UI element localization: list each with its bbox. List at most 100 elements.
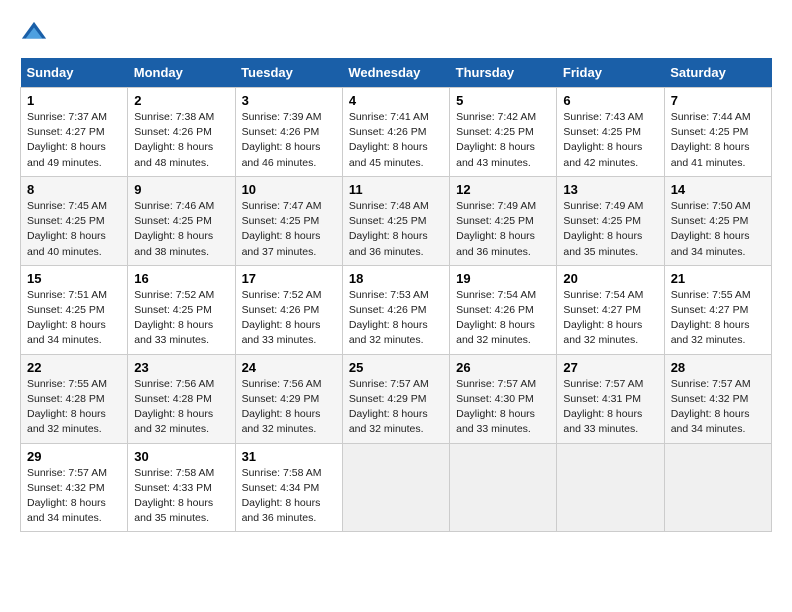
logo [20, 20, 50, 48]
day-info: Sunrise: 7:56 AMSunset: 4:28 PMDaylight:… [134, 377, 228, 438]
day-number: 10 [242, 182, 336, 197]
calendar-cell: 2 Sunrise: 7:38 AMSunset: 4:26 PMDaylight… [128, 88, 235, 177]
day-number: 16 [134, 271, 228, 286]
day-number: 26 [456, 360, 550, 375]
day-info: Sunrise: 7:50 AMSunset: 4:25 PMDaylight:… [671, 199, 765, 260]
calendar-cell: 15 Sunrise: 7:51 AMSunset: 4:25 PMDayligh… [21, 265, 128, 354]
day-info: Sunrise: 7:38 AMSunset: 4:26 PMDaylight:… [134, 110, 228, 171]
day-number: 6 [563, 93, 657, 108]
day-number: 25 [349, 360, 443, 375]
calendar-cell: 24 Sunrise: 7:56 AMSunset: 4:29 PMDayligh… [235, 354, 342, 443]
day-info: Sunrise: 7:53 AMSunset: 4:26 PMDaylight:… [349, 288, 443, 349]
day-number: 24 [242, 360, 336, 375]
day-number: 21 [671, 271, 765, 286]
day-info: Sunrise: 7:54 AMSunset: 4:26 PMDaylight:… [456, 288, 550, 349]
day-number: 3 [242, 93, 336, 108]
day-number: 14 [671, 182, 765, 197]
calendar-cell: 7 Sunrise: 7:44 AMSunset: 4:25 PMDaylight… [664, 88, 771, 177]
day-number: 18 [349, 271, 443, 286]
day-number: 22 [27, 360, 121, 375]
day-info: Sunrise: 7:57 AMSunset: 4:30 PMDaylight:… [456, 377, 550, 438]
day-number: 30 [134, 449, 228, 464]
calendar-cell: 12 Sunrise: 7:49 AMSunset: 4:25 PMDayligh… [450, 176, 557, 265]
calendar-cell: 22 Sunrise: 7:55 AMSunset: 4:28 PMDayligh… [21, 354, 128, 443]
calendar-cell: 4 Sunrise: 7:41 AMSunset: 4:26 PMDaylight… [342, 88, 449, 177]
day-info: Sunrise: 7:55 AMSunset: 4:28 PMDaylight:… [27, 377, 121, 438]
day-info: Sunrise: 7:46 AMSunset: 4:25 PMDaylight:… [134, 199, 228, 260]
calendar-cell: 25 Sunrise: 7:57 AMSunset: 4:29 PMDayligh… [342, 354, 449, 443]
calendar-cell: 30 Sunrise: 7:58 AMSunset: 4:33 PMDayligh… [128, 443, 235, 532]
day-info: Sunrise: 7:51 AMSunset: 4:25 PMDaylight:… [27, 288, 121, 349]
day-number: 19 [456, 271, 550, 286]
day-info: Sunrise: 7:57 AMSunset: 4:32 PMDaylight:… [27, 466, 121, 527]
day-info: Sunrise: 7:49 AMSunset: 4:25 PMDaylight:… [456, 199, 550, 260]
day-number: 7 [671, 93, 765, 108]
calendar-table: SundayMondayTuesdayWednesdayThursdayFrid… [20, 58, 772, 532]
day-number: 4 [349, 93, 443, 108]
day-number: 27 [563, 360, 657, 375]
calendar-week-row: 1 Sunrise: 7:37 AMSunset: 4:27 PMDaylight… [21, 88, 772, 177]
day-info: Sunrise: 7:41 AMSunset: 4:26 PMDaylight:… [349, 110, 443, 171]
day-number: 13 [563, 182, 657, 197]
day-info: Sunrise: 7:47 AMSunset: 4:25 PMDaylight:… [242, 199, 336, 260]
calendar-week-row: 8 Sunrise: 7:45 AMSunset: 4:25 PMDaylight… [21, 176, 772, 265]
calendar-cell: 20 Sunrise: 7:54 AMSunset: 4:27 PMDayligh… [557, 265, 664, 354]
calendar-cell: 23 Sunrise: 7:56 AMSunset: 4:28 PMDayligh… [128, 354, 235, 443]
header-sunday: Sunday [21, 58, 128, 88]
calendar-cell: 5Sunrise: 7:42 AMSunset: 4:25 PMDaylight… [450, 88, 557, 177]
calendar-cell: 18 Sunrise: 7:53 AMSunset: 4:26 PMDayligh… [342, 265, 449, 354]
day-number: 11 [349, 182, 443, 197]
day-number: 8 [27, 182, 121, 197]
calendar-cell [557, 443, 664, 532]
logo-icon [20, 20, 48, 48]
calendar-cell: 31 Sunrise: 7:58 AMSunset: 4:34 PMDayligh… [235, 443, 342, 532]
day-info: Sunrise: 7:57 AMSunset: 4:31 PMDaylight:… [563, 377, 657, 438]
day-info: Sunrise: 7:37 AMSunset: 4:27 PMDaylight:… [27, 110, 121, 171]
calendar-cell: 14 Sunrise: 7:50 AMSunset: 4:25 PMDayligh… [664, 176, 771, 265]
day-info: Sunrise: 7:48 AMSunset: 4:25 PMDaylight:… [349, 199, 443, 260]
day-number: 2 [134, 93, 228, 108]
day-number: 29 [27, 449, 121, 464]
day-number: 12 [456, 182, 550, 197]
header-monday: Monday [128, 58, 235, 88]
header-thursday: Thursday [450, 58, 557, 88]
calendar-cell: 16 Sunrise: 7:52 AMSunset: 4:25 PMDayligh… [128, 265, 235, 354]
day-info: Sunrise: 7:45 AMSunset: 4:25 PMDaylight:… [27, 199, 121, 260]
calendar-cell: 28 Sunrise: 7:57 AMSunset: 4:32 PMDayligh… [664, 354, 771, 443]
calendar-cell: 8 Sunrise: 7:45 AMSunset: 4:25 PMDaylight… [21, 176, 128, 265]
day-info: Sunrise: 7:56 AMSunset: 4:29 PMDaylight:… [242, 377, 336, 438]
day-number: 31 [242, 449, 336, 464]
calendar-cell: 1 Sunrise: 7:37 AMSunset: 4:27 PMDaylight… [21, 88, 128, 177]
header-wednesday: Wednesday [342, 58, 449, 88]
header-tuesday: Tuesday [235, 58, 342, 88]
calendar-cell: 13Sunrise: 7:49 AMSunset: 4:25 PMDayligh… [557, 176, 664, 265]
calendar-cell: 10 Sunrise: 7:47 AMSunset: 4:25 PMDayligh… [235, 176, 342, 265]
calendar-cell [450, 443, 557, 532]
day-info: Sunrise: 7:55 AMSunset: 4:27 PMDaylight:… [671, 288, 765, 349]
day-number: 23 [134, 360, 228, 375]
day-number: 1 [27, 93, 121, 108]
day-number: 15 [27, 271, 121, 286]
day-number: 20 [563, 271, 657, 286]
day-info: Sunrise: 7:57 AMSunset: 4:32 PMDaylight:… [671, 377, 765, 438]
header-friday: Friday [557, 58, 664, 88]
day-info: Sunrise: 7:54 AMSunset: 4:27 PMDaylight:… [563, 288, 657, 349]
calendar-week-row: 15 Sunrise: 7:51 AMSunset: 4:25 PMDayligh… [21, 265, 772, 354]
day-number: 28 [671, 360, 765, 375]
calendar-cell: 26 Sunrise: 7:57 AMSunset: 4:30 PMDayligh… [450, 354, 557, 443]
day-info: Sunrise: 7:43 AMSunset: 4:25 PMDaylight:… [563, 110, 657, 171]
day-info: Sunrise: 7:57 AMSunset: 4:29 PMDaylight:… [349, 377, 443, 438]
day-info: Sunrise: 7:58 AMSunset: 4:34 PMDaylight:… [242, 466, 336, 527]
day-info: Sunrise: 7:44 AMSunset: 4:25 PMDaylight:… [671, 110, 765, 171]
calendar-cell [664, 443, 771, 532]
day-info: Sunrise: 7:52 AMSunset: 4:25 PMDaylight:… [134, 288, 228, 349]
calendar-cell: 11 Sunrise: 7:48 AMSunset: 4:25 PMDayligh… [342, 176, 449, 265]
day-number: 17 [242, 271, 336, 286]
day-number: 5 [456, 93, 550, 108]
calendar-cell: 9Sunrise: 7:46 AMSunset: 4:25 PMDaylight… [128, 176, 235, 265]
calendar-cell [342, 443, 449, 532]
calendar-week-row: 22 Sunrise: 7:55 AMSunset: 4:28 PMDayligh… [21, 354, 772, 443]
day-info: Sunrise: 7:58 AMSunset: 4:33 PMDaylight:… [134, 466, 228, 527]
day-info: Sunrise: 7:52 AMSunset: 4:26 PMDaylight:… [242, 288, 336, 349]
header-saturday: Saturday [664, 58, 771, 88]
